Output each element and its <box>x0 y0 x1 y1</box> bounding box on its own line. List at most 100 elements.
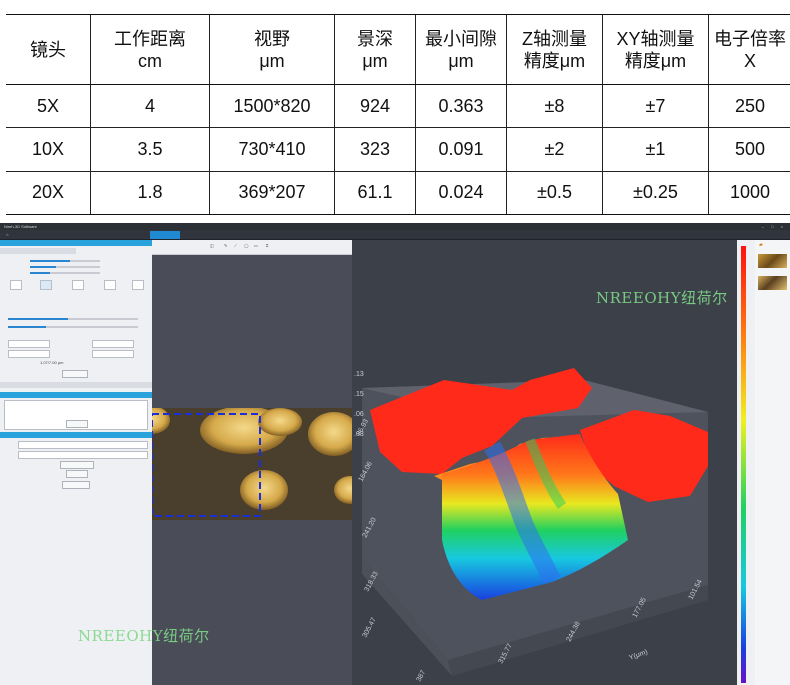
tab-1[interactable] <box>14 231 36 239</box>
zoom-fit-icon[interactable]: ◫ <box>210 243 214 248</box>
panel-subtabs-2 <box>0 382 152 388</box>
mode-button-5[interactable] <box>132 280 144 290</box>
table-cell: ±0.25 <box>602 171 709 216</box>
tab-home[interactable]: ⌂ <box>2 231 12 239</box>
image-viewer[interactable]: ◫ ✎ ⟋ ◯ ▭ ⌗ <box>152 240 352 685</box>
thumbnail-strip: ▰ <box>755 240 790 685</box>
table-cell: 5X <box>6 84 91 129</box>
table-cell: 61.1 <box>334 171 416 216</box>
open-folder-button[interactable] <box>60 461 94 469</box>
subtab-b[interactable] <box>76 248 152 254</box>
input-field-4[interactable] <box>92 350 134 358</box>
table-cell: 0.363 <box>415 84 507 129</box>
tab-4[interactable] <box>102 231 128 239</box>
z-tick: 387 <box>416 669 428 683</box>
header-electronic-magnification: 电子倍率 X <box>708 14 790 85</box>
table-cell: ±8 <box>506 84 603 129</box>
mode-button-2[interactable] <box>40 280 52 290</box>
measure-icon[interactable]: ⟋ <box>234 243 237 248</box>
z-tick: 305.47 <box>362 617 378 639</box>
app-title: Nireh-3D Software <box>4 224 37 229</box>
height-colorbar <box>737 240 755 685</box>
header-xy-precision: XY轴测量 精度μm <box>602 14 709 85</box>
table-cell: 369*207 <box>209 171 335 216</box>
slider-3[interactable] <box>30 272 100 274</box>
slider-5[interactable] <box>8 326 138 328</box>
path-field[interactable] <box>18 451 148 459</box>
header-z-precision: Z轴测量 精度μm <box>506 14 603 85</box>
table-cell: ±7 <box>602 84 709 129</box>
section-band-3 <box>0 432 152 438</box>
header-depth-of-field: 景深 μm <box>334 14 416 85</box>
watermark-bottom: NREEOHY纽荷尔 <box>78 627 210 645</box>
tab-2[interactable] <box>40 231 66 239</box>
table-cell: 4 <box>90 84 210 129</box>
table-cell: 0.091 <box>415 127 507 172</box>
table-row: 20X 1.8 369*207 61.1 0.024 ±0.5 ±0.25 10… <box>6 171 790 216</box>
reset-button[interactable] <box>66 420 88 428</box>
mode-button-4[interactable] <box>104 280 116 290</box>
side-tick: .03 <box>354 431 364 438</box>
tab-3d-active[interactable] <box>150 231 180 239</box>
left-control-panel: 1.07/7.00 μm <box>0 240 152 685</box>
table-cell: 10X <box>6 127 91 172</box>
crop-icon[interactable]: ⌗ <box>266 243 268 248</box>
export-button[interactable] <box>62 481 90 489</box>
slider-1[interactable] <box>30 260 100 262</box>
input-field-3[interactable] <box>8 350 50 358</box>
table-cell: 20X <box>6 171 91 216</box>
table-cell: 3.5 <box>90 127 210 172</box>
table-cell: 924 <box>334 84 416 129</box>
subtab-c[interactable] <box>0 382 76 388</box>
rect-icon[interactable]: ▭ <box>254 243 258 248</box>
table-cell: 1500*820 <box>209 84 335 129</box>
section-band-2 <box>0 392 152 398</box>
window-controls[interactable]: – □ × <box>762 224 786 229</box>
slider-2[interactable] <box>30 266 100 268</box>
tab-6[interactable] <box>178 231 202 239</box>
header-lens: 镜头 <box>6 14 91 85</box>
spec-header-row: 镜头 工作距离 cm 视野 μm 景深 μm 最小间隙 μm Z轴测量 精度μm XY轴测… <box>6 14 790 85</box>
table-cell: 0.024 <box>415 171 507 216</box>
apply-button[interactable] <box>62 370 88 378</box>
microscope-image[interactable] <box>152 408 352 520</box>
table-cell: 1.8 <box>90 171 210 216</box>
subtab-a[interactable] <box>0 248 76 254</box>
header-working-distance: 工作距离 cm <box>90 14 210 85</box>
thumbnail-image[interactable] <box>758 276 787 290</box>
mode-button-3[interactable] <box>72 280 84 290</box>
input-field-1[interactable] <box>8 340 50 348</box>
table-cell: 730*410 <box>209 127 335 172</box>
table-cell: 500 <box>708 127 790 172</box>
table-cell: ±2 <box>506 127 603 172</box>
pencil-icon[interactable]: ✎ <box>224 243 227 248</box>
thumbnail-image[interactable] <box>758 254 787 268</box>
folder-icon[interactable]: ▰ <box>759 242 763 248</box>
side-tick: .15 <box>354 391 364 398</box>
table-cell: 250 <box>708 84 790 129</box>
table-row: 5X 4 1500*820 924 0.363 ±8 ±7 250 <box>6 84 790 129</box>
y-axis-label: Y(μm) <box>628 649 648 662</box>
table-cell: 323 <box>334 127 416 172</box>
subtab-d[interactable] <box>76 382 152 388</box>
spec-table: 镜头 工作距离 cm 视野 μm 景深 μm 最小间隙 μm Z轴测量 精度μm XY轴测… <box>6 14 790 216</box>
table-cell: 1000 <box>708 171 790 216</box>
app-titlebar: Nireh-3D Software – □ × <box>0 223 790 230</box>
watermark-top: NREEOHY纽荷尔 <box>596 289 728 307</box>
side-tick: .06 <box>354 411 364 418</box>
panel-subtabs <box>0 248 152 254</box>
panel-header <box>0 240 152 246</box>
table-cell: ±1 <box>602 127 709 172</box>
tab-5[interactable] <box>126 231 152 239</box>
file-select[interactable] <box>18 441 148 449</box>
colorbar-gradient <box>741 246 746 683</box>
save-button[interactable] <box>66 470 88 478</box>
tab-bar: ⌂ <box>0 230 790 240</box>
tab-3[interactable] <box>72 231 96 239</box>
slider-4[interactable] <box>8 318 138 320</box>
range-readout: 1.07/7.00 μm <box>40 360 64 365</box>
mode-button-1[interactable] <box>10 280 22 290</box>
circle-icon[interactable]: ◯ <box>244 243 248 248</box>
input-field-2[interactable] <box>92 340 134 348</box>
viewer-toolbar: ◫ ✎ ⟋ ◯ ▭ ⌗ <box>152 240 352 255</box>
